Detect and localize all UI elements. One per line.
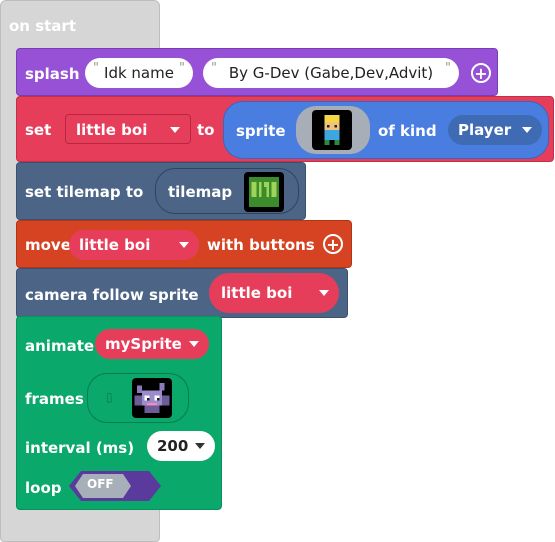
of-kind-label: of kind: [378, 122, 437, 140]
quote-mark: ": [93, 61, 99, 76]
variable-name: little boi: [79, 236, 151, 254]
camera-follow-block[interactable]: camera follow sprite little boi: [16, 268, 348, 318]
variable-dropdown[interactable]: little boi: [65, 114, 191, 144]
sprite-label: sprite: [236, 122, 286, 140]
frames-label: frames: [25, 390, 84, 408]
animate-block[interactable]: animate mySprite frames ▯ interval (ms): [16, 316, 222, 510]
kind-dropdown[interactable]: Player: [448, 115, 542, 145]
chevron-down-icon: [522, 127, 532, 133]
set-tilemap-label: set tilemap to: [25, 183, 144, 201]
add-argument-icon[interactable]: +: [471, 63, 491, 83]
frame-placeholder-icon: ▯: [106, 390, 113, 404]
splash-label: splash: [25, 65, 80, 83]
move-variable-dropdown[interactable]: little boi: [69, 230, 199, 260]
set-tilemap-block[interactable]: set tilemap to tilemap: [16, 162, 306, 220]
set-sprite-block[interactable]: set little boi to sprite of kind Player: [16, 96, 554, 162]
animate-variable-dropdown[interactable]: mySprite: [95, 329, 209, 359]
chevron-down-icon: [179, 242, 189, 248]
variable-name: little boi: [76, 121, 148, 139]
interval-value: 200: [157, 437, 189, 455]
chevron-down-icon: [319, 290, 329, 296]
player-sprite-image: [312, 110, 352, 150]
chevron-down-icon: [189, 341, 199, 347]
on-start-label: on start: [9, 17, 76, 35]
tilemap-block[interactable]: tilemap: [155, 168, 299, 214]
loop-toggle-state: OFF: [87, 477, 114, 491]
move-with-buttons-block[interactable]: move little boi with buttons +: [16, 220, 352, 268]
splash-title-input[interactable]: " Idk name ": [85, 58, 193, 88]
to-label: to: [197, 121, 215, 139]
interval-dropdown[interactable]: 200: [147, 431, 215, 461]
add-argument-icon[interactable]: +: [323, 234, 343, 254]
loop-label: loop: [25, 479, 62, 497]
quote-mark: ": [179, 61, 185, 76]
interval-label: interval (ms): [25, 439, 135, 457]
sprite-of-kind-block[interactable]: sprite of kind Player: [223, 101, 549, 159]
splash-subtitle-input[interactable]: " By G-Dev (Gabe,Dev,Advit) ": [203, 58, 459, 88]
tilemap-label: tilemap: [168, 183, 233, 201]
move-label: move: [25, 236, 71, 254]
camera-follow-label: camera follow sprite: [25, 286, 199, 304]
sprite-image-field[interactable]: [296, 106, 370, 154]
chevron-down-icon: [170, 127, 180, 133]
quote-mark: ": [211, 61, 217, 76]
chevron-down-icon: [195, 443, 205, 449]
variable-name: mySprite: [105, 335, 182, 353]
frames-array-block[interactable]: ▯: [87, 373, 189, 423]
splash-title-text: Idk name: [104, 64, 174, 82]
splash-block[interactable]: splash " Idk name " " By G-Dev (Gabe,Dev…: [16, 48, 498, 96]
set-label: set: [25, 121, 52, 139]
camera-variable-dropdown[interactable]: little boi: [209, 273, 339, 313]
kind-value: Player: [458, 121, 512, 139]
loop-toggle[interactable]: OFF: [69, 471, 161, 501]
splash-subtitle-text: By G-Dev (Gabe,Dev,Advit): [228, 64, 434, 82]
animate-label: animate: [25, 337, 95, 355]
tilemap-image[interactable]: [244, 172, 284, 212]
variable-name: little boi: [221, 284, 293, 302]
with-buttons-label: with buttons: [207, 236, 315, 254]
bat-sprite-image[interactable]: [132, 378, 172, 418]
quote-mark: ": [445, 61, 451, 76]
